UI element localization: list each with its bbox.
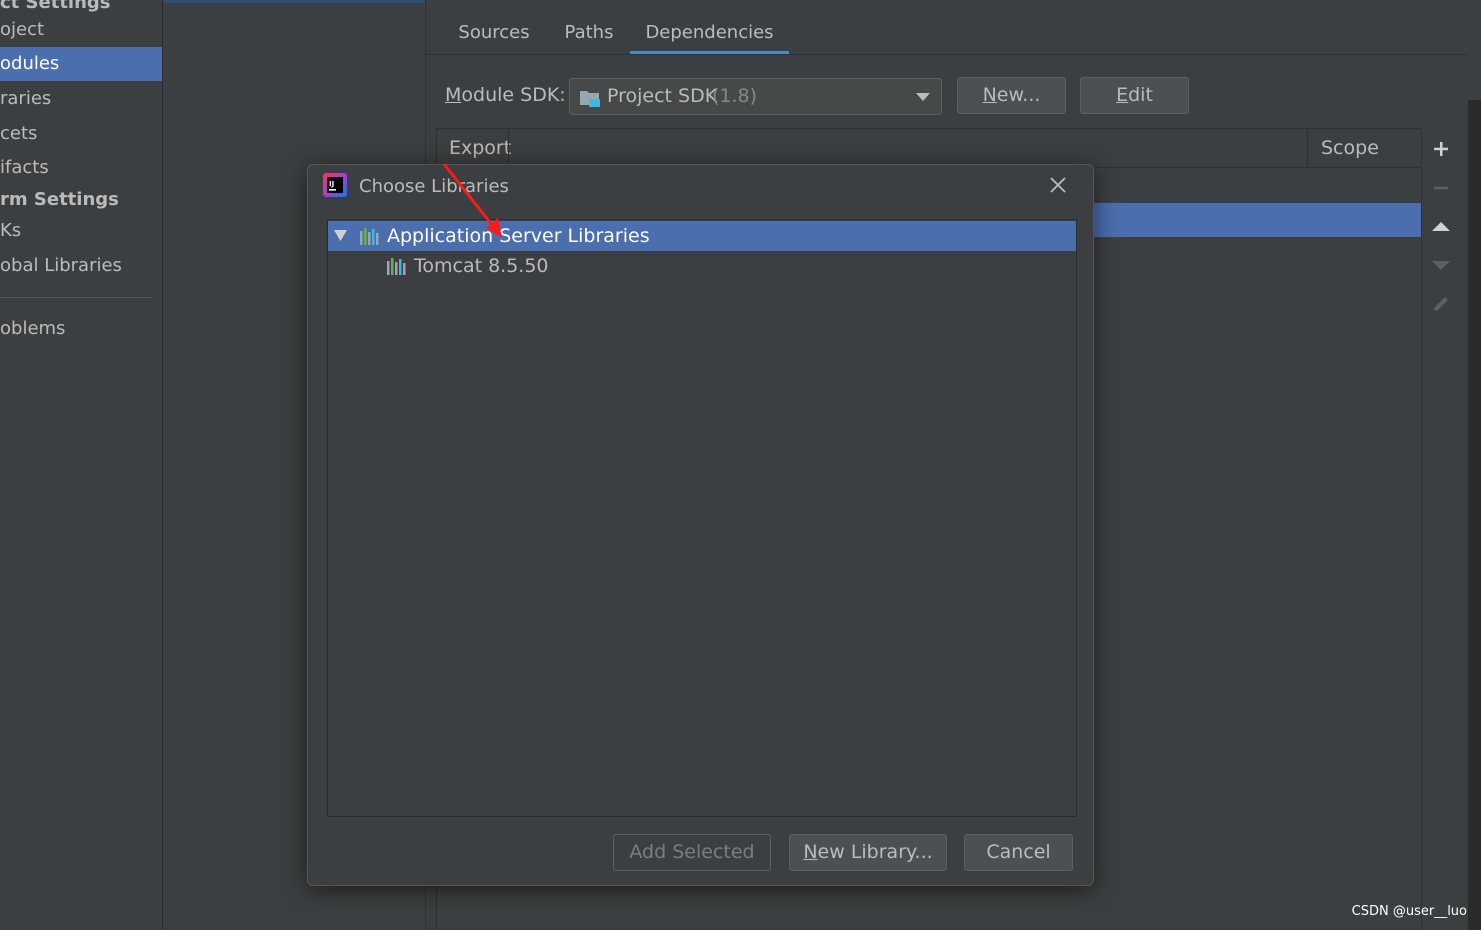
column-scope[interactable]: Scope — [1321, 137, 1379, 159]
settings-sidebar: ct Settings oject odules raries cets ifa… — [0, 0, 163, 930]
dependencies-table-header: Export Scope — [437, 129, 1421, 168]
tab-divider — [426, 54, 1468, 55]
new-library-button[interactable]: New Library... — [789, 834, 947, 871]
library-icon — [387, 258, 406, 275]
sdk-new-button[interactable]: New... — [957, 77, 1066, 114]
sidebar-item-modules[interactable]: odules — [0, 47, 162, 81]
sdk-edit-button[interactable]: Edit — [1080, 77, 1189, 114]
sidebar-divider — [0, 297, 152, 298]
sidebar-item-global-libraries[interactable]: obal Libraries — [0, 249, 162, 283]
minus-icon[interactable] — [1424, 173, 1458, 203]
tab-paths[interactable]: Paths — [554, 18, 624, 54]
module-list-selection-edge — [163, 0, 425, 3]
svg-text:IJ: IJ — [329, 180, 334, 188]
module-sdk-version: (1.8) — [712, 85, 758, 107]
arrow-down-icon[interactable] — [1424, 250, 1458, 280]
intellij-icon: IJ — [323, 173, 347, 197]
library-icon — [360, 228, 379, 245]
sidebar-item-project[interactable]: oject — [0, 13, 162, 47]
sidebar-item-problems[interactable]: oblems — [0, 312, 162, 346]
arrow-up-icon[interactable] — [1424, 212, 1458, 242]
sdk-folder-icon — [580, 91, 600, 107]
pencil-icon[interactable] — [1424, 289, 1458, 319]
module-sdk-label: Module SDK: — [445, 84, 566, 106]
module-sdk-combo[interactable]: Project SDK (1.8) — [569, 78, 942, 115]
libraries-tree: Application Server Libraries Tomcat 8.5.… — [327, 219, 1077, 817]
cancel-button[interactable]: Cancel — [964, 834, 1073, 871]
tree-node-label: Tomcat 8.5.50 — [414, 255, 549, 277]
sidebar-item-artifacts[interactable]: ifacts — [0, 151, 162, 185]
tab-sources[interactable]: Sources — [448, 18, 540, 54]
tree-node-tomcat[interactable]: Tomcat 8.5.50 — [328, 251, 1076, 281]
close-icon[interactable] — [1050, 177, 1066, 193]
column-divider — [1307, 129, 1308, 167]
tab-dependencies[interactable]: Dependencies — [630, 18, 789, 54]
watermark: CSDN @user__luo — [1351, 904, 1467, 919]
sidebar-item-facets[interactable]: cets — [0, 117, 162, 151]
window-right-edge — [1468, 0, 1481, 930]
plus-icon[interactable] — [1424, 134, 1458, 164]
sidebar-header-platform-settings: rm Settings — [0, 189, 119, 210]
expand-triangle-icon[interactable] — [334, 230, 347, 241]
dependencies-toolbar — [1424, 128, 1458, 930]
sidebar-item-sdks[interactable]: Ks — [0, 214, 162, 248]
sidebar-item-libraries[interactable]: raries — [0, 82, 162, 116]
add-selected-button[interactable]: Add Selected — [613, 834, 771, 871]
chevron-down-icon — [916, 93, 930, 101]
annotation-arrow — [442, 163, 502, 238]
choose-libraries-dialog: IJ Choose Libraries Application Server L… — [307, 164, 1094, 886]
module-sdk-value: Project SDK — [607, 85, 718, 107]
